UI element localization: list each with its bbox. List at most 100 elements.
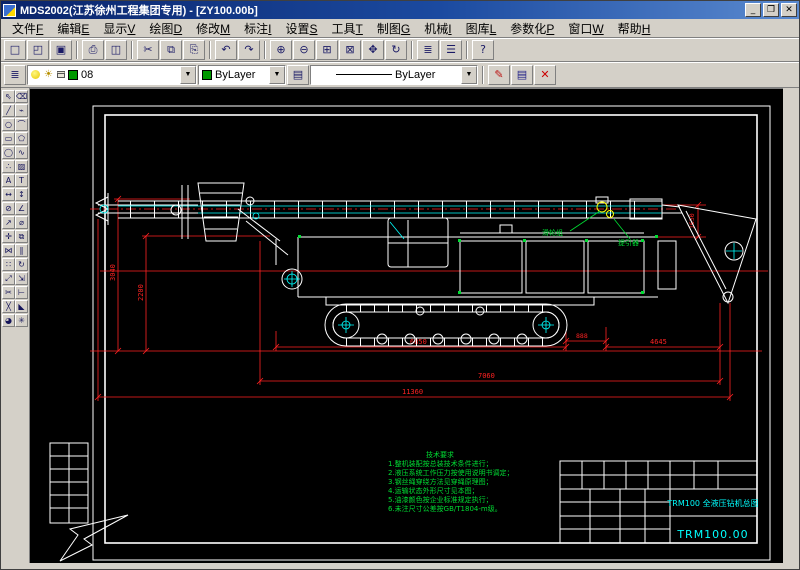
zoom-out-icon[interactable]: ⊖ xyxy=(293,40,315,60)
pan-icon[interactable]: ✥ xyxy=(362,40,384,60)
machine-body xyxy=(238,209,676,305)
explode-icon[interactable]: ✳ xyxy=(15,314,28,327)
dim-overall-length: 11360 xyxy=(402,388,423,396)
linetype-manager-icon[interactable]: ▤ xyxy=(511,65,533,85)
spline-icon[interactable]: ∿ xyxy=(15,146,28,159)
scale-icon[interactable]: ⤢ xyxy=(2,272,15,285)
save-icon[interactable]: ▣ xyxy=(50,40,72,60)
copy-icon[interactable]: ⧉ xyxy=(160,40,182,60)
dim-linear-icon[interactable]: ↔ xyxy=(2,188,15,201)
layer-combo[interactable]: ☀ 08 ▼ xyxy=(27,65,197,85)
help-icon[interactable]: ? xyxy=(472,40,494,60)
window-controls: _❐✕ xyxy=(745,3,797,17)
layer-on-bulb-icon xyxy=(31,70,40,79)
trim-icon[interactable]: ✂ xyxy=(2,286,15,299)
color-combo[interactable]: ByLayer ▼ xyxy=(198,65,286,85)
select-icon[interactable]: ⇖ xyxy=(2,90,15,103)
title-block: TRM100 全液压钻机总图 TRM100.00 xyxy=(560,461,759,543)
match-properties-icon[interactable]: ✎ xyxy=(488,65,510,85)
leader-icon[interactable]: ↗ xyxy=(2,216,15,229)
print-icon[interactable]: ⎙ xyxy=(82,40,104,60)
dim-vertical-icon[interactable]: ↕ xyxy=(15,188,28,201)
mtext-icon[interactable]: A xyxy=(2,174,15,187)
layer-chevron-down-icon[interactable]: ▼ xyxy=(180,66,196,84)
layer-manager-icon[interactable]: ≣ xyxy=(4,65,26,85)
mirror-icon[interactable]: ⋈ xyxy=(2,244,15,257)
current-linetype-value: ByLayer xyxy=(395,69,435,81)
redo-icon[interactable]: ↷ xyxy=(238,40,260,60)
undo-icon[interactable]: ↶ xyxy=(215,40,237,60)
arc-icon[interactable]: ⌒ xyxy=(15,118,28,131)
menu-file[interactable]: 文件F xyxy=(5,19,50,38)
extend-icon[interactable]: ⊢ xyxy=(15,286,28,299)
rotate-icon[interactable]: ↻ xyxy=(15,258,28,271)
linetype-chevron-down-icon[interactable]: ▼ xyxy=(461,66,477,84)
point-icon[interactable]: ∴ xyxy=(2,160,15,173)
menu-dimension[interactable]: 标注I xyxy=(237,19,278,38)
menu-modify[interactable]: 修改M xyxy=(189,19,237,38)
cut-icon[interactable]: ✂ xyxy=(137,40,159,60)
menu-mechanical[interactable]: 机械I xyxy=(417,19,458,38)
chamfer-icon[interactable]: ◣ xyxy=(15,300,28,313)
redraw-icon[interactable]: ↻ xyxy=(385,40,407,60)
color-chevron-down-icon[interactable]: ▼ xyxy=(269,66,285,84)
dim-radius-icon[interactable]: ⊘ xyxy=(2,202,15,215)
zoom-window-icon[interactable]: ⊞ xyxy=(316,40,338,60)
sheave-cluster xyxy=(597,202,614,218)
linetype-combo[interactable]: ByLayer ▼ xyxy=(310,65,478,85)
dim-diameter-icon[interactable]: ⌀ xyxy=(15,216,28,229)
layer-lock-icon xyxy=(57,71,65,78)
menu-draw[interactable]: 绘图D xyxy=(142,19,189,38)
copy-object-icon[interactable]: ⧉ xyxy=(15,230,28,243)
ellipse-icon[interactable]: ◯ xyxy=(2,146,15,159)
hatch-icon[interactable]: ▨ xyxy=(15,160,28,173)
dim-angular-icon[interactable]: ∠ xyxy=(15,202,28,215)
open-icon[interactable]: ◰ xyxy=(27,40,49,60)
dim-track-length: 6850 xyxy=(410,338,427,346)
menu-window[interactable]: 窗口W xyxy=(561,19,610,38)
stretch-icon[interactable]: ⇲ xyxy=(15,272,28,285)
dim-left-outer: 3040 xyxy=(109,264,117,281)
move-icon[interactable]: ✛ xyxy=(2,230,15,243)
crawler-tracks xyxy=(325,304,567,346)
break-icon[interactable]: ╳ xyxy=(2,300,15,313)
polygon-icon[interactable]: ⬠ xyxy=(15,132,28,145)
menu-view[interactable]: 显示V xyxy=(96,19,142,38)
menu-library[interactable]: 图库L xyxy=(459,19,504,38)
erase-icon[interactable]: ⌫ xyxy=(15,90,28,103)
zoom-in-icon[interactable]: ⊕ xyxy=(270,40,292,60)
erase-icon[interactable]: ✕ xyxy=(534,65,556,85)
zoom-extents-icon[interactable]: ⊠ xyxy=(339,40,361,60)
menu-help[interactable]: 帮助H xyxy=(611,19,658,38)
object-properties-icon[interactable]: ☰ xyxy=(440,40,462,60)
dtext-icon[interactable]: T xyxy=(15,174,28,187)
print-preview-icon[interactable]: ◫ xyxy=(105,40,127,60)
menu-settings[interactable]: 设置S xyxy=(278,19,324,38)
fillet-icon[interactable]: ◕ xyxy=(2,314,15,327)
new-icon[interactable]: □ xyxy=(4,40,26,60)
title-bar: MDS2002(江苏徐州工程集团专用) - [ZY100.00b] _❐✕ xyxy=(1,1,799,19)
drawing-canvas[interactable]: 6850 888 4645 7060 11360 3040 2200 1650 xyxy=(29,88,783,563)
title-block-code: TRM100.00 xyxy=(676,528,748,541)
menu-parametric[interactable]: 参数化P xyxy=(503,19,561,38)
array-icon[interactable]: ∷ xyxy=(2,258,15,271)
toolbar-separator xyxy=(209,41,211,59)
menu-tools[interactable]: 工具T xyxy=(325,19,370,38)
menu-edit[interactable]: 编辑E xyxy=(50,19,96,38)
grip-points xyxy=(298,235,658,294)
rectangle-icon[interactable]: ▭ xyxy=(2,132,15,145)
note-line: 6.未注尺寸公差按GB/T1804-m级。 xyxy=(388,504,502,513)
paste-icon[interactable]: ⎘ xyxy=(183,40,205,60)
main-area: ⇖⌫╱⌁○⌒▭⬠◯∿∴▨AT↔↕⊘∠↗⌀✛⧉⋈∥∷↻⤢⇲✂⊢╳◣◕✳ 6850 xyxy=(1,88,799,570)
minimize-button[interactable]: _ xyxy=(745,3,761,17)
circle-icon[interactable]: ○ xyxy=(2,118,15,131)
line-icon[interactable]: ╱ xyxy=(2,104,15,117)
linetype-button-icon[interactable]: ▤ xyxy=(287,65,309,85)
menu-drafting[interactable]: 制图G xyxy=(370,19,417,38)
polyline-icon[interactable]: ⌁ xyxy=(15,104,28,117)
offset-icon[interactable]: ∥ xyxy=(15,244,28,257)
properties-right-icons: ✎▤✕ xyxy=(488,65,556,85)
maximize-button[interactable]: ❐ xyxy=(763,3,779,17)
layer-manager-icon[interactable]: ≣ xyxy=(417,40,439,60)
close-button[interactable]: ✕ xyxy=(781,3,797,17)
